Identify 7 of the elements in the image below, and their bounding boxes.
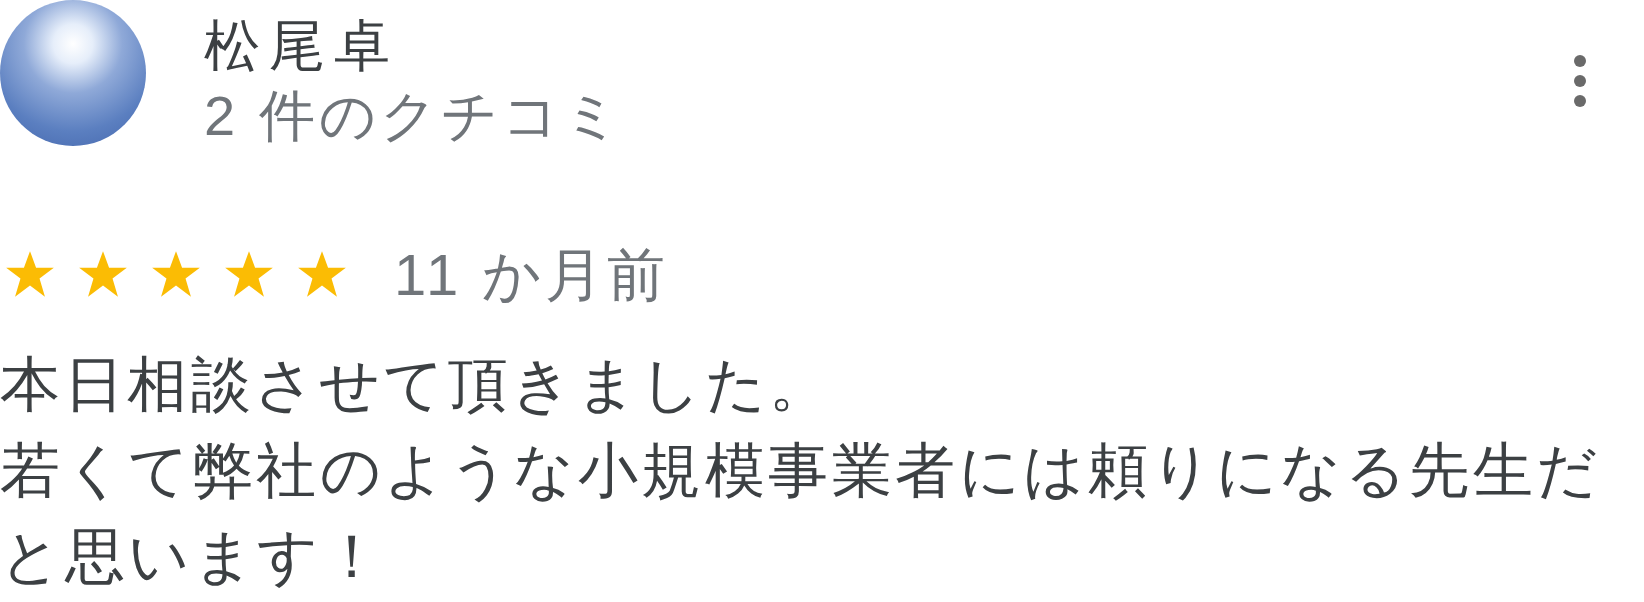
review-count: 2 件のクチコミ — [204, 83, 624, 149]
review-time: 11 か月前 — [394, 241, 670, 309]
reviewer-name[interactable]: 松尾卓 — [204, 10, 399, 82]
review-text: 若くて弊社のような小規模事業者には頼りになる先生だと思います！ — [0, 436, 1602, 592]
avatar-icon — [0, 0, 146, 146]
more-options-icon[interactable] — [1573, 54, 1587, 108]
review-text: 本日相談させて頂きました。 — [0, 350, 834, 420]
